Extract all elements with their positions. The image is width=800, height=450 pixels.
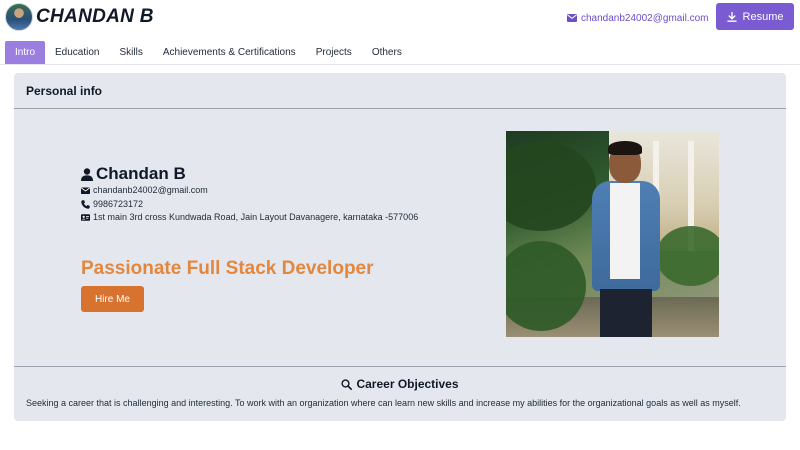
search-icon [341,378,353,390]
tab-others[interactable]: Others [362,41,412,64]
tab-projects[interactable]: Projects [306,41,362,64]
profile-email-row: chandanb24002@gmail.com [81,185,208,195]
photo-foliage [656,226,719,286]
hire-me-button[interactable]: Hire Me [81,286,144,312]
tab-achievements[interactable]: Achievements & Certifications [153,41,306,64]
profile-name-text: Chandan B [96,164,186,183]
profile-phone: 9986723172 [93,199,144,209]
phone-icon [81,199,90,209]
profile-address: 1st main 3rd cross Kundwada Road, Jain L… [93,212,419,222]
download-icon [726,11,737,22]
tab-bar: Intro Education Skills Achievements & Ce… [0,41,800,65]
tab-intro[interactable]: Intro [5,41,46,64]
resume-button-label: Resume [742,10,784,23]
resume-button[interactable]: Resume [716,3,794,30]
profile-phone-row: 9986723172 [81,199,143,209]
top-header: CHANDAN B chandanb24002@gmail.com Resume [0,0,800,36]
profile-email: chandanb24002@gmail.com [93,185,208,195]
photo-person-tee [610,183,640,279]
section-divider [14,366,786,367]
id-card-icon [81,213,90,221]
header-email-text: chandanb24002@gmail.com [581,12,709,24]
envelope-icon [81,187,90,194]
career-objectives-text: Seeking a career that is challenging and… [26,398,741,408]
mail-icon [567,14,577,22]
section-title: Personal info [14,73,786,109]
user-icon [81,167,93,181]
career-objectives-heading: Career Objectives [356,377,459,391]
profile-photo [506,131,719,337]
header-email-link[interactable]: chandanb24002@gmail.com [567,11,708,25]
photo-person-hair [608,141,642,155]
avatar [5,3,33,31]
tab-education[interactable]: Education [45,41,109,64]
career-objectives-title: Career Objectives [14,377,786,391]
tab-skills[interactable]: Skills [110,41,153,64]
photo-person-legs [600,289,652,337]
profile-name: Chandan B [81,164,186,184]
brand-name: CHANDAN B [36,6,154,27]
profile-address-row: 1st main 3rd cross Kundwada Road, Jain L… [81,212,418,222]
photo-foliage [506,141,596,231]
personal-info-card: Personal info Chandan B chandanb24002@gm… [14,73,786,421]
tagline: Passionate Full Stack Developer [81,258,374,279]
